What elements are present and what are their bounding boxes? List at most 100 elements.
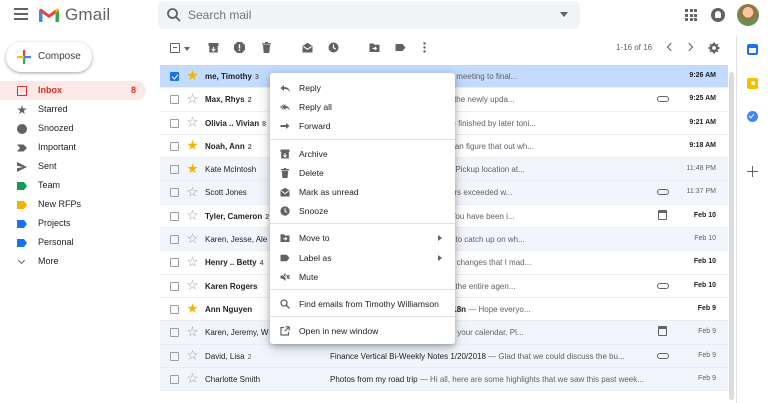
sidebar-item-new-rfps[interactable]: New RFPs: [0, 195, 146, 214]
star-icon[interactable]: [187, 256, 198, 267]
mark-unread-icon[interactable]: [302, 42, 313, 53]
row-checkbox[interactable]: [170, 235, 179, 245]
menu-item-open-in-new-window[interactable]: Open in new window: [270, 321, 455, 340]
email-sender: Charlotte Smith: [205, 374, 261, 384]
row-checkbox[interactable]: [170, 281, 179, 291]
star-icon[interactable]: [187, 163, 198, 174]
email-date: 9:25 AM: [689, 95, 716, 103]
gmail-logo[interactable]: Gmail: [38, 5, 110, 25]
delete-icon[interactable]: [261, 42, 272, 53]
row-checkbox[interactable]: [170, 211, 179, 221]
star-icon[interactable]: [187, 326, 198, 337]
row-checkbox[interactable]: [170, 351, 179, 361]
row-checkbox[interactable]: [170, 95, 179, 105]
report-spam-icon[interactable]: [234, 42, 245, 53]
menu-item-reply-all[interactable]: Reply all: [270, 97, 455, 116]
row-checkbox[interactable]: [170, 141, 179, 151]
archive-icon: [280, 149, 290, 159]
row-checkbox[interactable]: [170, 328, 179, 338]
star-icon[interactable]: [187, 349, 198, 360]
sidebar-item-label: Starred: [38, 104, 68, 114]
star-icon[interactable]: [187, 372, 198, 383]
add-addon-icon[interactable]: [747, 166, 758, 177]
row-checkbox[interactable]: [170, 374, 179, 384]
sidebar-item-important[interactable]: Important: [0, 138, 146, 157]
row-checkbox[interactable]: [170, 118, 179, 128]
select-all-checkbox[interactable]: [170, 43, 180, 53]
label-icon: [17, 182, 27, 190]
label-icon: [17, 239, 27, 247]
calendar-addon-icon[interactable]: [747, 44, 758, 55]
more-options-icon[interactable]: [422, 42, 427, 53]
sidebar-item-sent[interactable]: Sent: [0, 157, 146, 176]
thread-count: 3: [254, 74, 259, 81]
sidebar-item-projects[interactable]: Projects: [0, 214, 146, 233]
submenu-arrow-icon: [438, 235, 442, 242]
menu-item-find-emails-from-timothy-williamson[interactable]: Find emails from Timothy Williamson: [270, 294, 455, 313]
snooze-icon[interactable]: [328, 42, 339, 53]
star-icon[interactable]: [187, 302, 198, 313]
menu-item-reply[interactable]: Reply: [270, 78, 455, 97]
menu-item-delete[interactable]: Delete: [270, 163, 455, 182]
sidebar-item-personal[interactable]: Personal: [0, 233, 146, 252]
calendar-invite-icon: [658, 326, 667, 337]
sidebar-item-inbox[interactable]: Inbox 8: [0, 81, 146, 100]
tasks-addon-icon[interactable]: [747, 111, 758, 122]
star-icon[interactable]: [187, 93, 198, 104]
search-icon[interactable]: [166, 7, 182, 23]
email-row[interactable]: David, Lisa 2 Finance Vertical Bi-Weekly N…: [160, 344, 728, 368]
thread-count: 2: [265, 213, 270, 221]
newer-page-icon[interactable]: [666, 42, 676, 52]
move-to-icon[interactable]: [369, 42, 380, 53]
attachment-icon: [657, 96, 669, 103]
email-date: Feb 10: [693, 211, 716, 219]
menu-item-mute[interactable]: Mute: [270, 267, 455, 286]
email-subject: Finance Vertical Bi-Weekly Notes 1/20/20…: [330, 351, 486, 361]
gmail-m-icon: [39, 8, 59, 22]
label-icon[interactable]: [395, 42, 406, 53]
older-page-icon[interactable]: [684, 42, 694, 52]
star-icon[interactable]: [187, 233, 198, 244]
row-checkbox[interactable]: [170, 258, 179, 268]
sidebar-item-snoozed[interactable]: Snoozed: [0, 119, 146, 138]
sidebar-item-starred[interactable]: Starred: [0, 100, 146, 119]
sidebar-item-team[interactable]: Team: [0, 176, 146, 195]
row-checkbox[interactable]: [170, 188, 179, 198]
google-apps-icon[interactable]: [685, 9, 697, 21]
menu-item-snooze[interactable]: Snooze: [270, 201, 455, 220]
menu-item-label: Archive: [299, 148, 328, 159]
star-icon[interactable]: [187, 186, 198, 197]
label-icon: [17, 220, 27, 228]
row-checkbox[interactable]: [170, 165, 179, 175]
compose-button[interactable]: Compose: [6, 42, 92, 72]
row-checkbox[interactable]: [170, 72, 179, 81]
email-snippet: — Hope everyo...: [466, 304, 531, 314]
menu-item-label-as[interactable]: Label as: [270, 248, 455, 267]
star-icon[interactable]: [187, 209, 198, 220]
star-icon[interactable]: [187, 70, 198, 81]
search-bar[interactable]: [158, 1, 580, 29]
email-preview: Finance Vertical Bi-Weekly Notes 1/20/20…: [330, 352, 655, 361]
settings-gear-icon[interactable]: [708, 42, 720, 54]
notifications-icon[interactable]: [711, 8, 725, 22]
row-checkbox[interactable]: [170, 304, 179, 314]
sidebar-item-more[interactable]: More: [0, 252, 146, 271]
archive-icon[interactable]: [208, 42, 219, 53]
keep-addon-icon[interactable]: [747, 78, 758, 89]
avatar[interactable]: [737, 4, 759, 26]
star-icon[interactable]: [187, 116, 198, 127]
menu-item-forward[interactable]: Forward: [270, 116, 455, 135]
scrollbar[interactable]: [729, 72, 734, 400]
search-options-caret-icon[interactable]: [560, 12, 568, 17]
menu-item-move-to[interactable]: Move to: [270, 228, 455, 247]
main-menu-icon[interactable]: [14, 8, 28, 20]
email-row[interactable]: Charlotte Smith Photos from my road trip …: [160, 367, 728, 392]
menu-item-archive[interactable]: Archive: [270, 144, 455, 163]
menu-item-mark-as-unread[interactable]: Mark as unread: [270, 182, 455, 201]
email-date: Feb 9: [698, 374, 716, 382]
select-dropdown-caret-icon[interactable]: [184, 47, 190, 51]
email-date: Feb 10: [693, 281, 716, 289]
search-input[interactable]: [188, 5, 528, 25]
star-icon[interactable]: [187, 279, 198, 290]
star-icon[interactable]: [187, 139, 198, 150]
